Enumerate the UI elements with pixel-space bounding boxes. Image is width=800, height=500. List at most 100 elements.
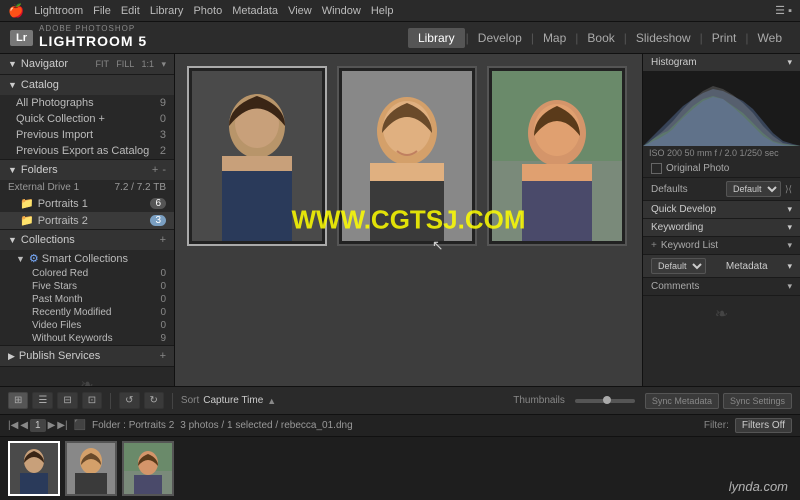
apple-menu[interactable]: 🍎: [8, 3, 24, 19]
menu-view[interactable]: View: [288, 5, 312, 17]
bottom-bar: |◀ ◀ 1 ▶ ▶| ⬛ Folder : Portraits 2 3 pho…: [0, 414, 800, 436]
quick-develop-header[interactable]: Quick Develop ▾: [643, 201, 800, 218]
keywording-header[interactable]: Keywording ▾: [643, 219, 800, 236]
original-photo-checkbox[interactable]: [651, 163, 662, 174]
smart-collections-group: ▼ ⚙ Smart Collections Colored Red 0 Five…: [0, 250, 174, 345]
lynda-watermark: lynda.com: [729, 479, 788, 494]
menu-bar: 🍎 Lightroom File Edit Library Photo Meta…: [0, 0, 800, 22]
menu-photo[interactable]: Photo: [193, 5, 222, 17]
smart-item-month[interactable]: Past Month 0: [0, 293, 174, 306]
filmstrip-thumb-3[interactable]: [122, 441, 174, 496]
catalog-item-import[interactable]: Previous Import 3: [0, 127, 174, 143]
smart-icon: ⚙: [29, 252, 39, 265]
menu-edit[interactable]: Edit: [121, 5, 140, 17]
smart-item-stars[interactable]: Five Stars 0: [0, 280, 174, 293]
nav-last[interactable]: ▶|: [57, 420, 67, 431]
folder-portraits2[interactable]: 📁 Portraits 2 3: [0, 212, 174, 229]
thumb-slider[interactable]: [575, 399, 635, 403]
menu-library[interactable]: Library: [150, 5, 184, 17]
catalog-arrow: ▼: [8, 80, 17, 90]
app-version: LIGHTROOM 5: [39, 34, 147, 49]
filmstrip-thumb-2[interactable]: [65, 441, 117, 496]
filter-value[interactable]: Filters Off: [735, 418, 792, 433]
smart-item-video[interactable]: Video Files 0: [0, 319, 174, 332]
metadata-section: Default Metadata ▾: [643, 255, 800, 278]
menu-help[interactable]: Help: [371, 5, 394, 17]
quick-develop-section: Quick Develop ▾: [643, 201, 800, 219]
tab-develop[interactable]: Develop: [470, 28, 530, 48]
kl-arrow: ▾: [787, 240, 792, 251]
filmstrip-thumb-1[interactable]: [8, 441, 60, 496]
tab-print[interactable]: Print: [704, 28, 745, 48]
nav-next[interactable]: ▶: [48, 420, 56, 431]
nav-prev[interactable]: ◀: [20, 420, 28, 431]
menu-file[interactable]: File: [93, 5, 111, 17]
navigator-header[interactable]: ▼ Navigator FIT FILL 1:1 ▾: [0, 54, 174, 74]
metadata-header[interactable]: Default Metadata ▾: [643, 255, 800, 277]
photo-count: 3 photos / 1 selected / rebecca_01.dng: [180, 420, 352, 431]
histogram-header[interactable]: Histogram ▾: [643, 54, 800, 71]
thumb-slider-handle[interactable]: [603, 396, 611, 404]
keywording-section: Keywording ▾: [643, 219, 800, 237]
photo-thumb-2[interactable]: [337, 66, 477, 246]
smart-collections-header[interactable]: ▼ ⚙ Smart Collections: [0, 250, 174, 267]
right-ornament: ❧: [643, 296, 800, 332]
histogram-arrow: ▾: [787, 57, 792, 68]
folders-plus[interactable]: +: [152, 164, 158, 176]
menu-lightroom[interactable]: Lightroom: [34, 5, 83, 17]
nav-first[interactable]: |◀: [8, 420, 18, 431]
folder-portraits1[interactable]: 📁 Portraits 1 6: [0, 195, 174, 212]
sort-label: Sort: [181, 395, 199, 406]
metadata-select[interactable]: Default: [651, 258, 706, 274]
comments-arrow: ▾: [787, 281, 792, 292]
view-list-btn[interactable]: ☰: [32, 392, 53, 409]
defaults-select[interactable]: Default: [726, 181, 781, 197]
navigator-arrow: ▼: [8, 59, 17, 69]
smart-item-recent[interactable]: Recently Modified 0: [0, 306, 174, 319]
tab-map[interactable]: Map: [535, 28, 574, 48]
catalog-item-all[interactable]: All Photographs 9: [0, 95, 174, 111]
rotate-right-btn[interactable]: ↻: [144, 392, 164, 409]
catalog-header[interactable]: ▼ Catalog: [0, 75, 174, 95]
tab-library[interactable]: Library: [408, 28, 465, 48]
smart-item-keywords[interactable]: Without Keywords 9: [0, 332, 174, 345]
menu-metadata[interactable]: Metadata: [232, 5, 278, 17]
rotate-left-btn[interactable]: ↺: [119, 392, 139, 409]
catalog-item-quick[interactable]: Quick Collection + 0: [0, 111, 174, 127]
keyword-list-header[interactable]: + Keyword List ▾: [643, 237, 800, 254]
filmstrip-image-2: [67, 443, 115, 494]
navigator-fit[interactable]: FIT FILL 1:1 ▾: [95, 59, 166, 70]
kl-plus[interactable]: +: [651, 240, 657, 251]
defaults-chevron: ⟩⟨: [785, 184, 792, 195]
folders-minus[interactable]: -: [162, 164, 166, 176]
defaults-row: Defaults Default ⟩⟨: [643, 178, 800, 201]
folder-icon-1: 📁: [20, 197, 34, 210]
histogram-chart: [643, 71, 800, 146]
kw-arrow: ▾: [787, 222, 792, 233]
sync-settings-btn[interactable]: Sync Settings: [723, 393, 792, 409]
publish-plus[interactable]: +: [160, 350, 166, 362]
collections-plus[interactable]: +: [160, 234, 166, 246]
filmstrip: lynda.com: [0, 436, 800, 500]
filmstrip-toggle[interactable]: ⬛: [74, 420, 86, 431]
collections-header[interactable]: ▼ Collections +: [0, 230, 174, 250]
view-grid-btn[interactable]: ⊞: [8, 392, 28, 409]
comments-header[interactable]: Comments ▾: [643, 278, 800, 295]
sort-arrow: ▲: [267, 396, 276, 406]
tab-slideshow[interactable]: Slideshow: [628, 28, 699, 48]
sort-value[interactable]: Capture Time: [203, 395, 263, 406]
publish-services-header[interactable]: ▶ Publish Services +: [0, 346, 174, 366]
folder-info: Folder : Portraits 2: [92, 420, 174, 431]
photo-thumb-1[interactable]: [187, 66, 327, 246]
view-survey-btn[interactable]: ⊡: [82, 392, 102, 409]
smart-item-red[interactable]: Colored Red 0: [0, 267, 174, 280]
photo-thumb-3[interactable]: [487, 66, 627, 246]
tab-web[interactable]: Web: [750, 28, 790, 48]
title-bar: Lr ADOBE PHOTOSHOP LIGHTROOM 5 Library |…: [0, 22, 800, 54]
sync-metadata-btn[interactable]: Sync Metadata: [645, 393, 719, 409]
tab-book[interactable]: Book: [579, 28, 622, 48]
catalog-item-export[interactable]: Previous Export as Catalog 2: [0, 143, 174, 159]
view-compare-btn[interactable]: ⊟: [57, 392, 77, 409]
menu-window[interactable]: Window: [322, 5, 361, 17]
folders-header[interactable]: ▼ Folders + -: [0, 160, 174, 180]
